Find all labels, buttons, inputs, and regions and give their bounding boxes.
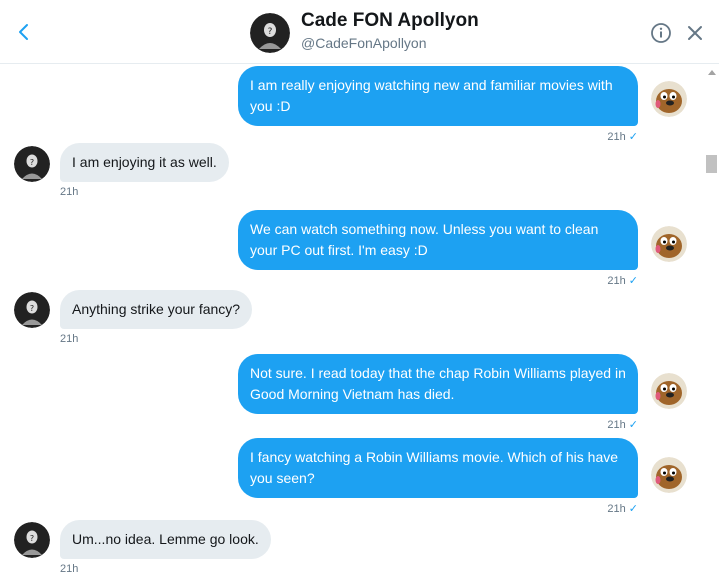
contact-message-avatar[interactable]: ? [14,522,50,558]
sender-avatar[interactable] [651,457,687,493]
contact-avatar[interactable]: ? [250,13,290,53]
message-time: 21h [60,333,79,345]
message-time: 21h ✓ [607,131,638,143]
svg-text:?: ? [30,534,34,543]
contact-message-avatar[interactable]: ? [14,292,50,328]
message-sent: Not sure. I read today that the chap Rob… [238,354,638,431]
sender-avatar[interactable] [651,226,687,262]
message-received: Anything strike your fancy? 21h [60,290,460,345]
message-sent: I fancy watching a Robin Williams movie.… [238,438,638,515]
message-time: 21h [60,186,79,198]
message-bubble[interactable]: I fancy watching a Robin Williams movie.… [238,438,638,498]
contact-name[interactable]: Cade FON Apollyon [301,10,479,32]
contact-message-avatar[interactable]: ? [14,146,50,182]
message-bubble[interactable]: I am enjoying it as well. [60,143,229,182]
read-checkmark-icon: ✓ [628,419,638,431]
message-bubble[interactable]: Um...no idea. Lemme go look. [60,520,271,559]
message-time: 21h ✓ [607,275,638,287]
message-sent: We can watch something now. Unless you w… [238,210,638,287]
contact-handle: @CadeFonApollyon [301,35,427,51]
message-time: 21h [60,563,79,575]
conversation-header: ? Cade FON Apollyon @CadeFonApollyon [0,0,719,64]
message-bubble[interactable]: I am really enjoying watching new and fa… [238,66,638,126]
message-received: I am enjoying it as well. 21h [60,143,460,198]
back-chevron-icon[interactable] [10,18,38,46]
svg-text:?: ? [268,27,273,37]
close-icon[interactable] [685,23,705,43]
svg-text:?: ? [30,158,34,167]
message-bubble[interactable]: We can watch something now. Unless you w… [238,210,638,270]
message-received: Um...no idea. Lemme go look. 21h [60,520,460,575]
scrollbar[interactable] [705,64,719,583]
message-time: 21h ✓ [607,503,638,515]
message-bubble[interactable]: Not sure. I read today that the chap Rob… [238,354,638,414]
read-checkmark-icon: ✓ [628,503,638,515]
sender-avatar[interactable] [651,373,687,409]
scrollbar-thumb[interactable] [706,155,717,173]
scroll-up-arrow-icon[interactable] [708,69,716,75]
read-checkmark-icon: ✓ [628,275,638,287]
message-sent: I am really enjoying watching new and fa… [238,66,638,143]
info-icon[interactable] [650,22,672,44]
message-time: 21h ✓ [607,419,638,431]
sender-avatar[interactable] [651,81,687,117]
message-bubble[interactable]: Anything strike your fancy? [60,290,253,329]
svg-text:?: ? [30,304,34,313]
read-checkmark-icon: ✓ [628,131,638,143]
